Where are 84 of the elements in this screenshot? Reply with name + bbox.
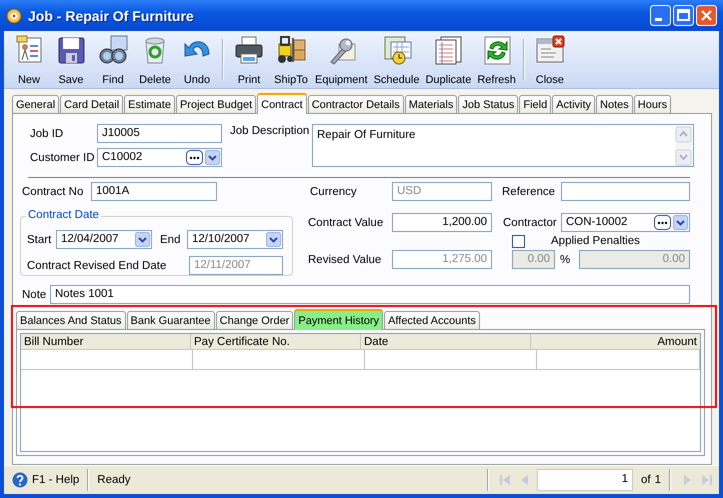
printer-icon bbox=[233, 34, 265, 66]
tab[interactable]: Affected Accounts bbox=[384, 311, 480, 330]
dropdown-button[interactable] bbox=[266, 232, 281, 248]
tab[interactable]: Notes bbox=[596, 95, 633, 114]
column-header[interactable]: Amount bbox=[531, 334, 700, 350]
toolbar-button[interactable]: Schedule bbox=[372, 31, 422, 88]
table-cell[interactable] bbox=[365, 350, 537, 370]
ellipsis-button[interactable] bbox=[186, 150, 203, 166]
toolbar-button[interactable]: Equipment bbox=[313, 31, 370, 88]
page-count: 1 bbox=[654, 474, 661, 486]
field-label: % bbox=[559, 254, 572, 266]
field-label: Applied Penalties bbox=[551, 235, 640, 248]
field-label: Note bbox=[22, 288, 48, 301]
text-field[interactable] bbox=[561, 182, 690, 202]
field-label: Customer ID bbox=[30, 152, 96, 164]
window-title: Job - Repair Of Furniture bbox=[28, 8, 195, 24]
page-field[interactable]: 1 bbox=[537, 469, 633, 492]
tab[interactable]: Payment History bbox=[294, 309, 384, 330]
field-label: Contractor bbox=[503, 216, 558, 229]
page-label: of bbox=[641, 474, 651, 486]
field-label: Start bbox=[27, 234, 52, 246]
tab[interactable]: Field bbox=[519, 95, 552, 114]
column-header[interactable]: Bill Number bbox=[21, 334, 191, 350]
toolbar-button[interactable]: ShipTo bbox=[271, 31, 311, 88]
ellipsis-button[interactable] bbox=[654, 215, 671, 230]
text-field[interactable]: J10005 bbox=[97, 124, 222, 144]
tab[interactable]: Activity bbox=[552, 95, 596, 114]
field-label: Job ID bbox=[30, 128, 64, 140]
toolbar-button[interactable]: Find bbox=[93, 31, 133, 88]
status-text: Ready bbox=[97, 474, 131, 486]
field-label: Reference bbox=[502, 186, 556, 198]
group-title: Contract Date bbox=[26, 209, 101, 222]
tab[interactable]: Change Order bbox=[216, 311, 294, 330]
toolbar-button[interactable]: Print bbox=[229, 31, 269, 88]
checkbox[interactable] bbox=[512, 234, 525, 248]
tab[interactable]: Materials bbox=[404, 95, 458, 114]
field-label: Contract Value bbox=[308, 216, 384, 229]
field-label: End bbox=[160, 234, 182, 246]
help-icon bbox=[12, 472, 28, 488]
field-label: Contract No bbox=[22, 186, 84, 198]
table-cell[interactable] bbox=[193, 350, 365, 370]
dropdown-button[interactable] bbox=[673, 215, 688, 230]
toolbar-button[interactable]: New bbox=[9, 31, 49, 88]
minimize-button[interactable] bbox=[650, 5, 671, 26]
tab[interactable]: Bank Guarantee bbox=[126, 311, 215, 330]
lookup-field[interactable]: CON-10002 bbox=[561, 213, 690, 232]
tab[interactable]: General bbox=[12, 95, 60, 114]
close-button[interactable] bbox=[696, 5, 717, 26]
tab[interactable]: Project Budget bbox=[176, 95, 256, 114]
field-label: Currency bbox=[310, 186, 358, 198]
scroll-bar bbox=[675, 126, 692, 166]
tab[interactable]: Contract bbox=[257, 93, 307, 114]
column-header[interactable]: Date bbox=[361, 334, 531, 350]
maximize-button[interactable] bbox=[673, 5, 694, 26]
dropdown-button[interactable] bbox=[205, 150, 220, 166]
toolbar-button[interactable]: Delete bbox=[135, 31, 175, 88]
toolbar-button[interactable]: Undo bbox=[177, 31, 217, 88]
toolbar-button[interactable]: Close bbox=[530, 31, 570, 88]
text-field[interactable]: Notes 1001 bbox=[50, 285, 690, 304]
toolbar-button[interactable]: Save bbox=[51, 31, 91, 88]
table-cell[interactable] bbox=[537, 350, 700, 370]
tab[interactable]: Contractor Details bbox=[308, 95, 404, 114]
date-field[interactable]: 12/04/2007 bbox=[56, 230, 152, 250]
help-text: F1 - Help bbox=[32, 474, 80, 486]
text-field[interactable]: 1001A bbox=[91, 182, 217, 202]
field-label: Contract Revised End Date bbox=[27, 260, 168, 272]
binoculars-icon bbox=[97, 34, 129, 66]
text-area[interactable]: Repair Of Furniture bbox=[312, 124, 694, 168]
toolbar-button[interactable]: Duplicate bbox=[423, 31, 474, 88]
tab[interactable]: Estimate bbox=[124, 95, 175, 114]
column-header[interactable]: Pay Certificate No. bbox=[191, 334, 361, 350]
tab[interactable]: Hours bbox=[634, 95, 672, 114]
tab[interactable]: Card Detail bbox=[60, 95, 124, 114]
text-field[interactable]: 1,200.00 bbox=[392, 213, 492, 232]
field-label: Job Description bbox=[230, 125, 310, 138]
app-icon bbox=[6, 8, 22, 24]
date-field[interactable]: 12/10/2007 bbox=[187, 230, 283, 250]
field-label: Revised Value bbox=[308, 254, 382, 266]
tab[interactable]: Balances And Status bbox=[16, 311, 126, 330]
toolbar-button[interactable]: Refresh bbox=[475, 31, 518, 88]
table-cell[interactable] bbox=[21, 350, 193, 370]
tab[interactable]: Job Status bbox=[458, 95, 518, 114]
dropdown-button[interactable] bbox=[135, 232, 150, 248]
lookup-field[interactable]: C10002 bbox=[97, 148, 222, 168]
